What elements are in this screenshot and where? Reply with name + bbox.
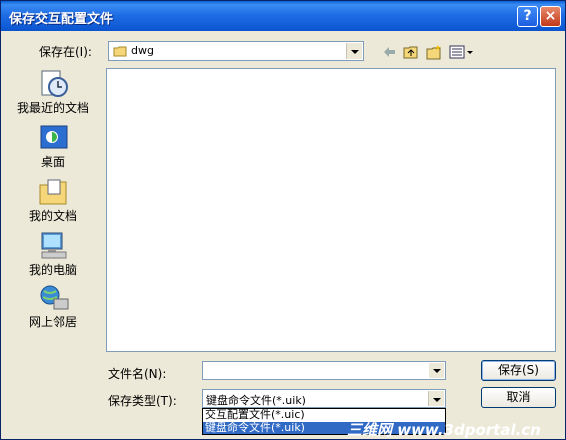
place-label: 我的文档 (28, 209, 77, 223)
up-folder-icon[interactable] (403, 44, 419, 60)
dialog-title: 保存交互配置文件 (9, 12, 114, 27)
file-name-label: 文件名(N): (108, 367, 167, 381)
desktop-icon (40, 125, 68, 149)
place-my-computer[interactable]: 我的电脑 (9, 227, 97, 277)
my-documents-icon (39, 179, 67, 205)
network-places-icon (40, 285, 69, 310)
look-in-combo[interactable]: dwg (108, 41, 364, 61)
place-desktop[interactable]: 桌面 (9, 119, 97, 169)
file-type-label: 保存类型(T): (108, 394, 177, 408)
places-bar: 我最近的文档 桌面 我的文档 我的电脑 网上邻居 (9, 65, 97, 337)
place-label: 我的电脑 (28, 263, 77, 277)
back-arrow-icon[interactable] (381, 44, 397, 60)
title-bar[interactable]: 保存交互配置文件 ? × (1, 1, 565, 31)
file-list-view[interactable] (106, 68, 556, 352)
cancel-button[interactable]: 取消 (481, 387, 556, 408)
new-folder-icon[interactable] (426, 44, 442, 60)
watermark: 三维网 www.3dportal.cn (347, 421, 541, 439)
place-label: 我最近的文档 (16, 101, 89, 115)
my-computer-icon (41, 232, 67, 259)
view-menu-icon[interactable] (449, 44, 475, 60)
file-type-value: 键盘命令文件(*.uik) (206, 394, 306, 407)
close-button[interactable]: × (540, 6, 561, 27)
chevron-down-icon[interactable] (429, 363, 444, 378)
save-button[interactable]: 保存(S) (481, 360, 556, 381)
help-button[interactable]: ? (517, 6, 538, 27)
folder-icon (113, 46, 127, 57)
place-network[interactable]: 网上邻居 (9, 279, 97, 329)
look-in-label: 保存在(I): (39, 45, 92, 59)
chevron-down-icon[interactable] (428, 391, 444, 406)
place-recent[interactable]: 我最近的文档 (9, 65, 97, 115)
file-name-input[interactable] (202, 361, 446, 380)
place-label: 桌面 (40, 155, 65, 169)
place-my-documents[interactable]: 我的文档 (9, 173, 97, 223)
recent-documents-icon (41, 70, 68, 97)
file-type-select[interactable]: 键盘命令文件(*.uik) (202, 389, 446, 408)
save-dialog: 保存交互配置文件 ? × 保存在(I): dwg 我最近的文档 桌面 我的文档 … (0, 0, 566, 440)
place-label: 网上邻居 (28, 315, 77, 329)
chevron-down-icon[interactable] (346, 43, 362, 59)
look-in-value: dwg (131, 44, 154, 57)
